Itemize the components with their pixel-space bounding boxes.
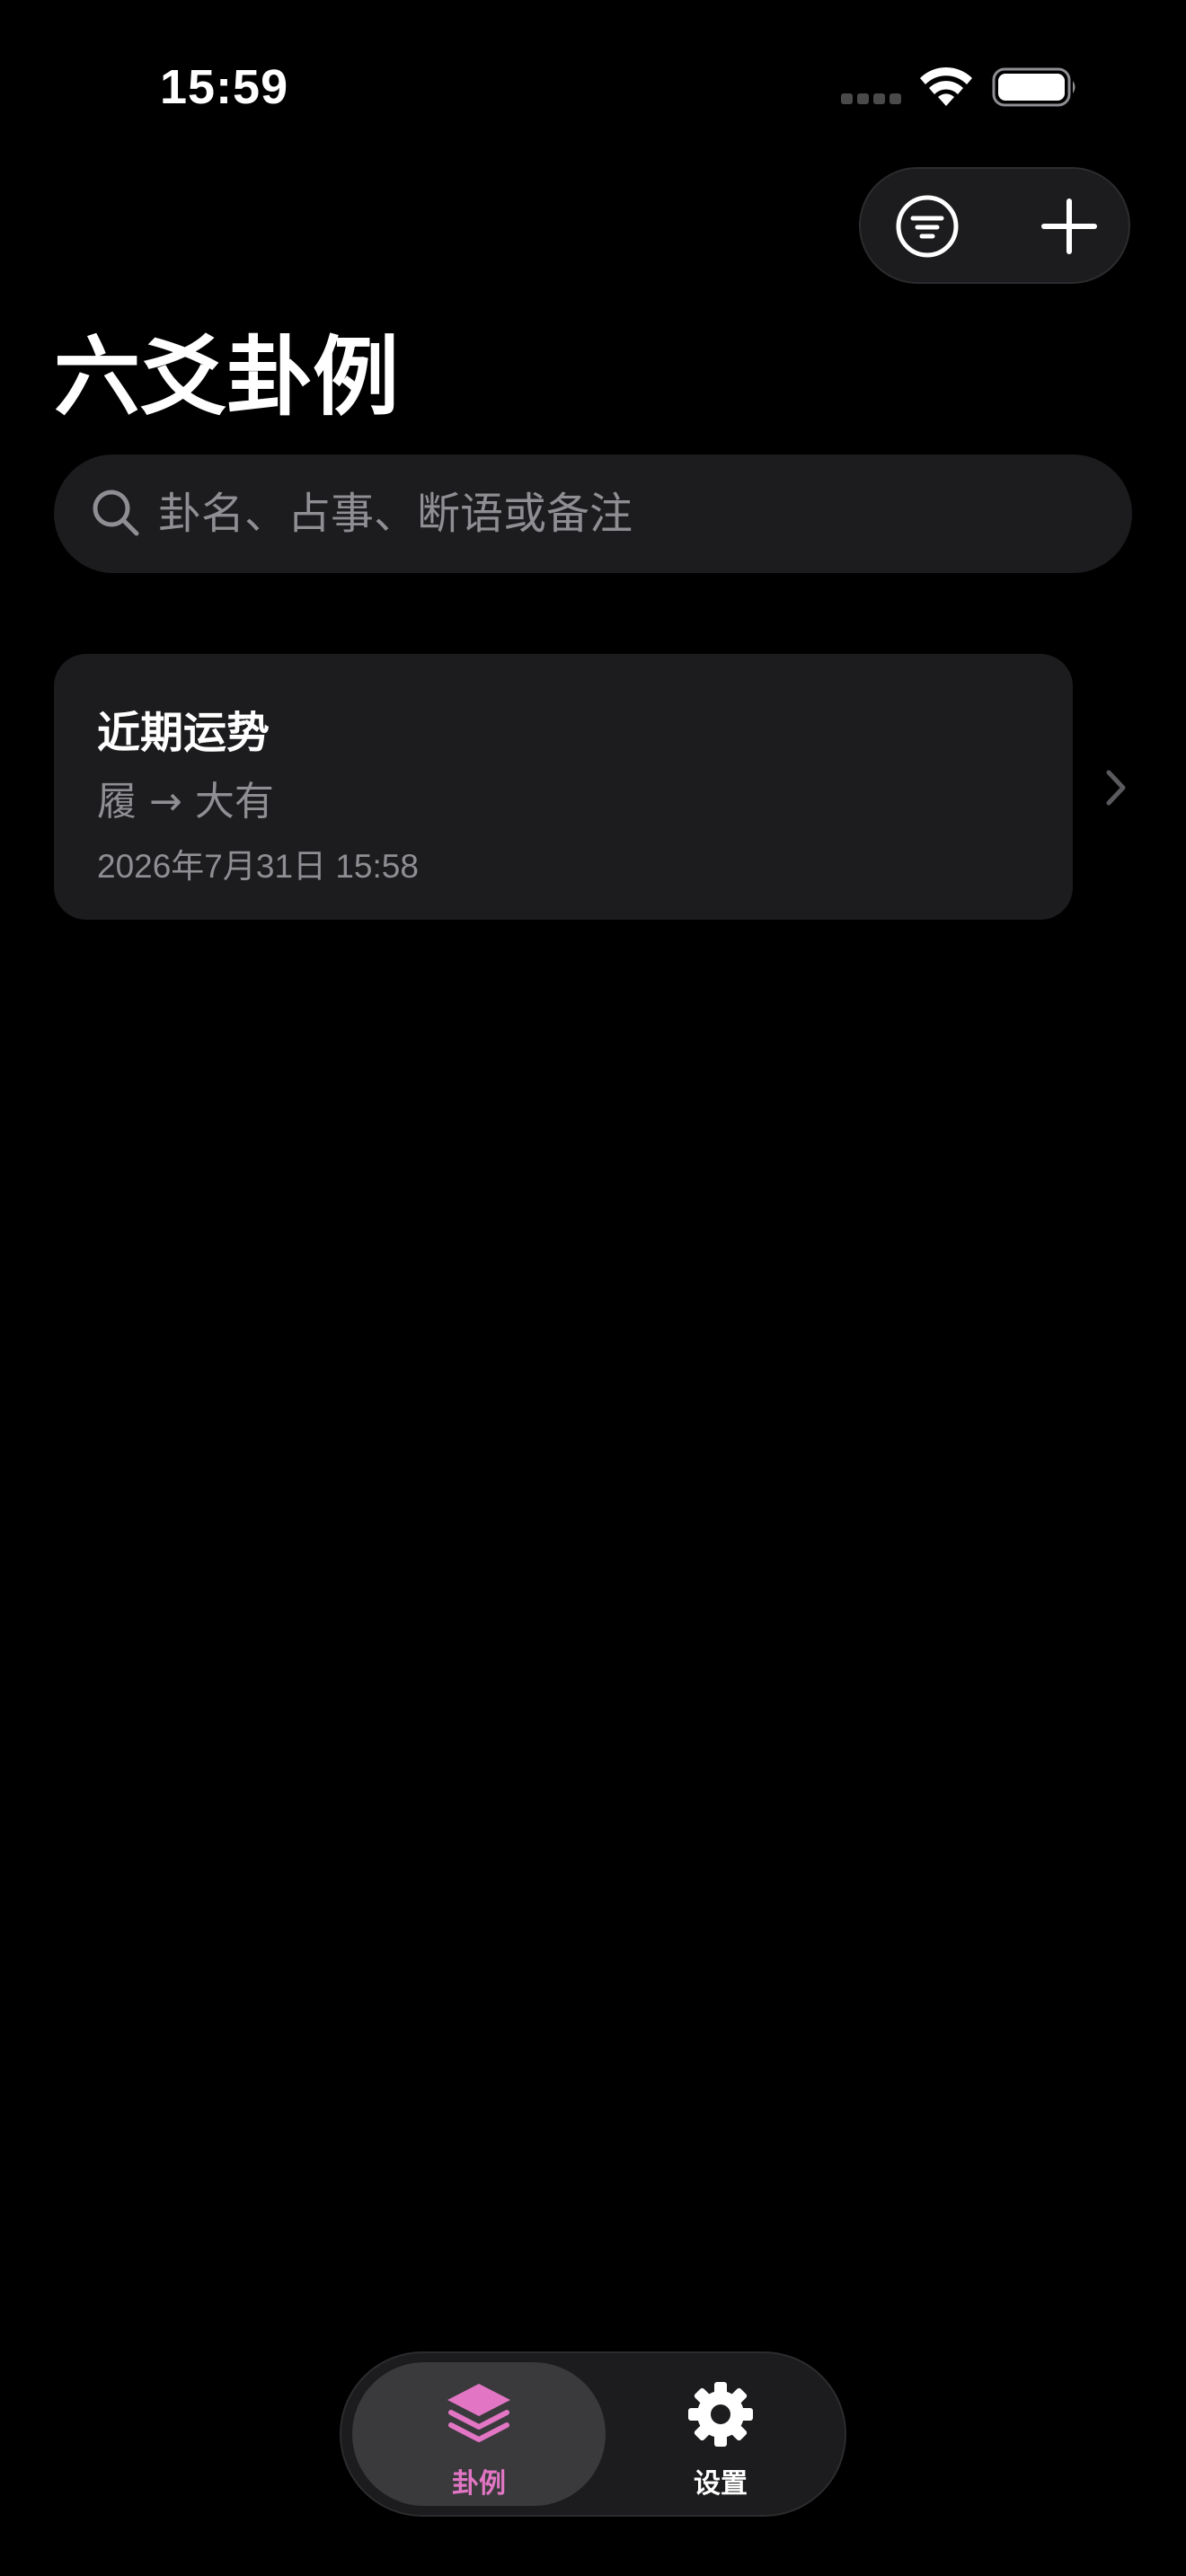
list-item[interactable]: 近期运势 履 → 大有 2026年7月31日 15:58: [54, 654, 1073, 920]
tab-records-label: 卦例: [452, 2468, 506, 2500]
wifi-icon: [920, 66, 972, 106]
tab-settings-label: 设置: [694, 2468, 748, 2500]
search-input[interactable]: [158, 454, 1093, 573]
status-time: 15:59: [160, 60, 289, 114]
record-hexagram: 履 → 大有: [97, 779, 274, 825]
battery-icon: [992, 67, 1075, 107]
record-date: 2026年7月31日 15:58: [97, 848, 419, 885]
chevron-right-icon[interactable]: [1103, 767, 1128, 808]
tab-settings[interactable]: 设置: [607, 2362, 834, 2506]
tab-bar: 卦例 设置: [340, 2351, 846, 2517]
filter-button[interactable]: [893, 192, 961, 260]
record-title: 近期运势: [97, 708, 270, 758]
cellular-signal-icon: [841, 93, 902, 106]
layers-icon: [447, 2384, 510, 2442]
toolbar-actions: [859, 167, 1130, 284]
add-button[interactable]: [1037, 194, 1102, 259]
tab-records[interactable]: 卦例: [352, 2362, 606, 2506]
gear-icon: [688, 2382, 753, 2447]
search-icon: [93, 490, 139, 536]
page-title: 六爻卦例: [54, 327, 399, 428]
search-bar[interactable]: [54, 454, 1132, 573]
